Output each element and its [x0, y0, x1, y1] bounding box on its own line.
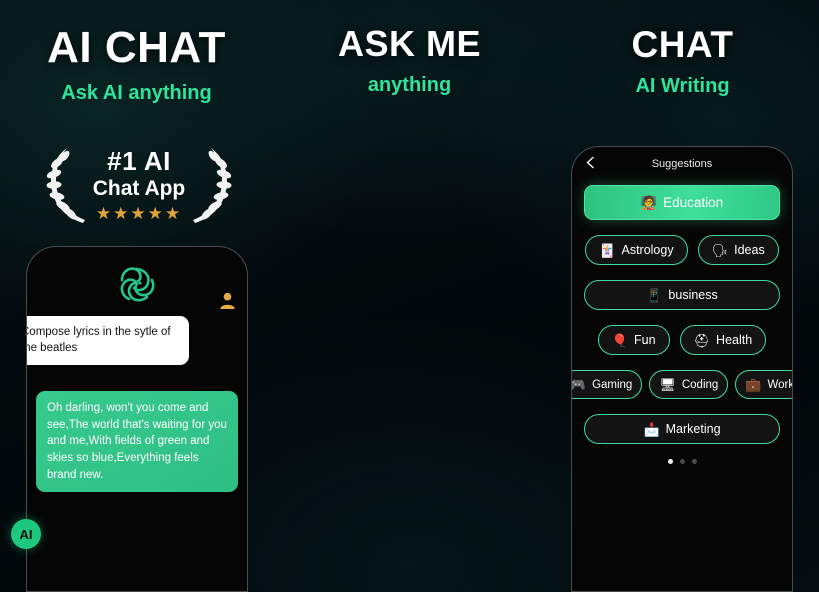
- laurel-right-icon: [193, 148, 232, 223]
- panel-3-header: CHAT AI Writing: [546, 0, 819, 96]
- panel-2-header: ASK ME anything: [273, 0, 546, 96]
- page-subtitle: anything: [367, 74, 452, 96]
- page-subtitle: Ask AI anything: [61, 82, 212, 104]
- panel-ai-chat: AI CHAT Ask AI anything #1 AI Chat App ★…: [0, 0, 273, 592]
- promo-screenshot: AI CHAT Ask AI anything #1 AI Chat App ★…: [0, 0, 819, 592]
- ai-response-bubble: Oh darling, won't you come and see,The w…: [36, 391, 238, 493]
- page-title: CHAT: [631, 24, 734, 65]
- award-badge: #1 AI Chat App ★★★★★: [36, 140, 242, 232]
- ai-swirl-logo-icon: [120, 267, 155, 302]
- panel-chat-writing: CHAT AI Writing Chat AI AI Chat Hello, c…: [546, 0, 819, 592]
- rating-stars: ★★★★★: [95, 203, 183, 223]
- badge-text: #1 AI Chat App ★★★★★: [89, 146, 190, 223]
- user-message-bubble: Compose lyrics in the sytle of the beatl…: [27, 316, 189, 365]
- user-avatar-icon: [220, 292, 235, 310]
- page-subtitle: AI Writing: [635, 75, 730, 97]
- panel-1-header: AI CHAT Ask AI anything: [0, 0, 273, 104]
- panel-ask-me: ASK ME anything Suggestions 🧑‍🏫 Educatio…: [273, 0, 793, 592]
- ai-floating-badge[interactable]: AI: [11, 519, 41, 549]
- phone-mockup-1: Compose lyrics in the sytle of the beatl…: [26, 246, 248, 592]
- laurel-left-icon: [46, 148, 85, 223]
- badge-line-1: #1 AI: [107, 146, 171, 177]
- page-title: AI CHAT: [47, 23, 226, 72]
- page-title: ASK ME: [337, 23, 481, 64]
- badge-line-2: Chat App: [92, 176, 186, 200]
